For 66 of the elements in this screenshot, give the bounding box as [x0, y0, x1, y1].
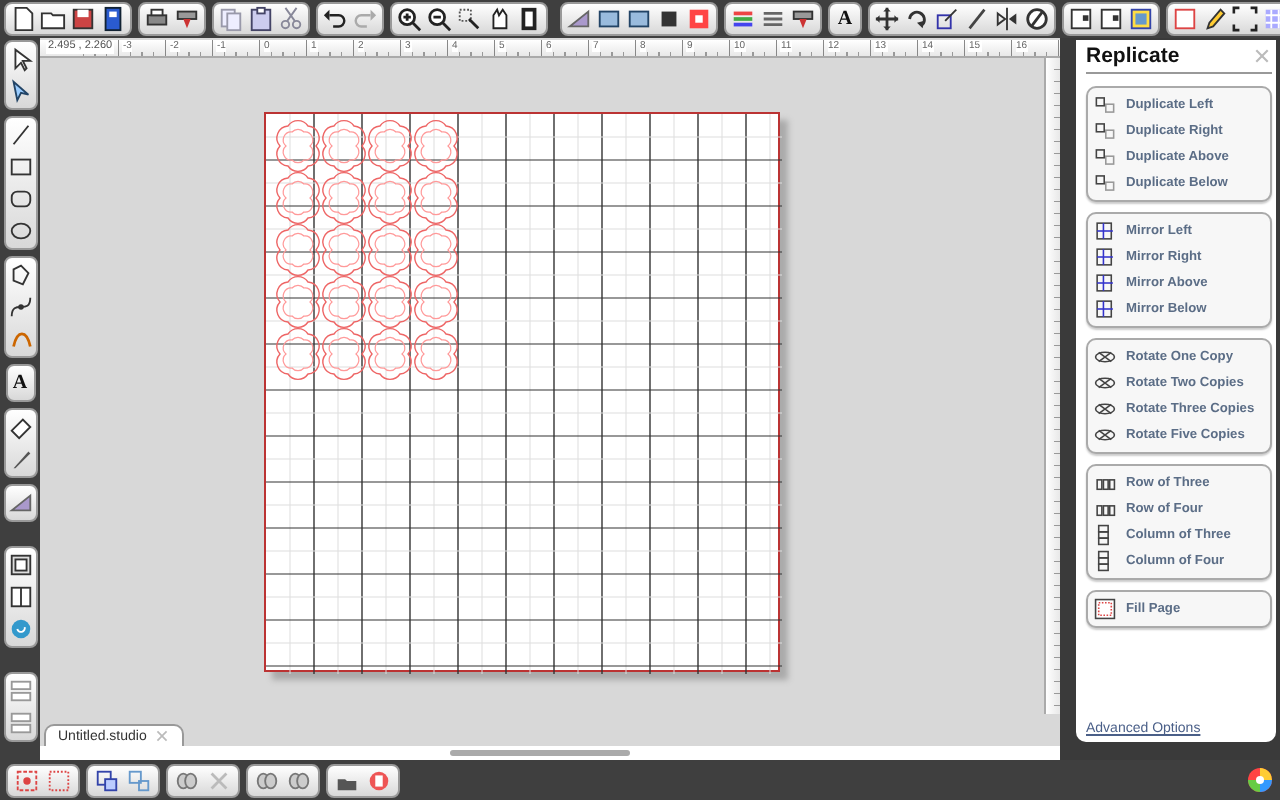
weld-icon[interactable]: [286, 767, 312, 793]
fill-bucket-icon[interactable]: [566, 6, 592, 32]
color-lines-icon[interactable]: [730, 6, 756, 32]
pencil-icon[interactable]: [1202, 6, 1228, 32]
select-all-icon[interactable]: [14, 767, 40, 793]
corners-icon[interactable]: [1232, 6, 1258, 32]
stack-icon[interactable]: [7, 710, 33, 736]
window-icon[interactable]: [596, 6, 622, 32]
square-icon[interactable]: [656, 6, 682, 32]
rectangle-icon[interactable]: [7, 154, 33, 180]
fill-page-icon: [1094, 598, 1116, 620]
squares-icon: [1094, 172, 1116, 194]
mirror-icon: [1094, 298, 1116, 320]
move-icon[interactable]: [874, 6, 900, 32]
node-edit-icon[interactable]: [7, 78, 33, 104]
slash-circle-icon[interactable]: [1024, 6, 1050, 32]
rotate-icon[interactable]: [904, 6, 930, 32]
lines-icon[interactable]: [760, 6, 786, 32]
line-icon[interactable]: [7, 122, 33, 148]
printer-icon[interactable]: [144, 6, 170, 32]
cutter-icon[interactable]: [174, 6, 200, 32]
scale-icon[interactable]: [934, 6, 960, 32]
squares-icon: [1094, 120, 1116, 142]
record-icon[interactable]: [366, 767, 392, 793]
mirror-icon: [1094, 272, 1116, 294]
rotate-icon: [1094, 372, 1116, 394]
stack-icon[interactable]: [7, 678, 33, 704]
cut-line-icon[interactable]: [790, 6, 816, 32]
zoom-in-icon[interactable]: [396, 6, 422, 32]
text-tool-icon[interactable]: A: [834, 6, 856, 32]
new-document-icon[interactable]: [10, 6, 36, 32]
panel-icon[interactable]: [1098, 6, 1124, 32]
window-icon[interactable]: [1068, 6, 1094, 32]
rounded-rectangle-icon[interactable]: [7, 186, 33, 212]
window-icon[interactable]: [626, 6, 652, 32]
zoom-box-icon[interactable]: [456, 6, 482, 32]
fill-icon[interactable]: [7, 490, 33, 516]
square-icon[interactable]: [1128, 6, 1154, 32]
squares-icon: [1094, 94, 1116, 116]
eraser-icon[interactable]: [7, 414, 33, 440]
polygon-icon[interactable]: [7, 262, 33, 288]
text-tool-icon[interactable]: A: [9, 370, 31, 396]
mirror-icon: [1094, 220, 1116, 242]
rotate-icon: [1094, 424, 1116, 446]
pen-icon[interactable]: [964, 6, 990, 32]
mirror-icon: [1094, 246, 1116, 268]
rotate-icon: [1094, 346, 1116, 368]
weld-icon[interactable]: [254, 767, 280, 793]
page-icon[interactable]: [516, 6, 542, 32]
split-page-icon[interactable]: [7, 584, 33, 610]
group-icon[interactable]: [94, 767, 120, 793]
undo-icon[interactable]: [322, 6, 348, 32]
select-icon[interactable]: [46, 767, 72, 793]
squares-icon: [1094, 146, 1116, 168]
rotate-icon: [1094, 398, 1116, 420]
horizontal-scrollbar[interactable]: [40, 746, 1060, 760]
panel-title: Replicate: [1086, 44, 1180, 68]
ellipse-icon[interactable]: [7, 218, 33, 244]
paste-icon[interactable]: [248, 6, 274, 32]
color-wheel-icon[interactable]: [1246, 766, 1274, 794]
weld-icon[interactable]: [174, 767, 200, 793]
panel-icon[interactable]: [7, 552, 33, 578]
zoom-out-icon[interactable]: [426, 6, 452, 32]
quatrefoil-pattern-drawing[interactable]: [276, 119, 458, 381]
mirror-icon[interactable]: [994, 6, 1020, 32]
curve-icon[interactable]: [7, 294, 33, 320]
